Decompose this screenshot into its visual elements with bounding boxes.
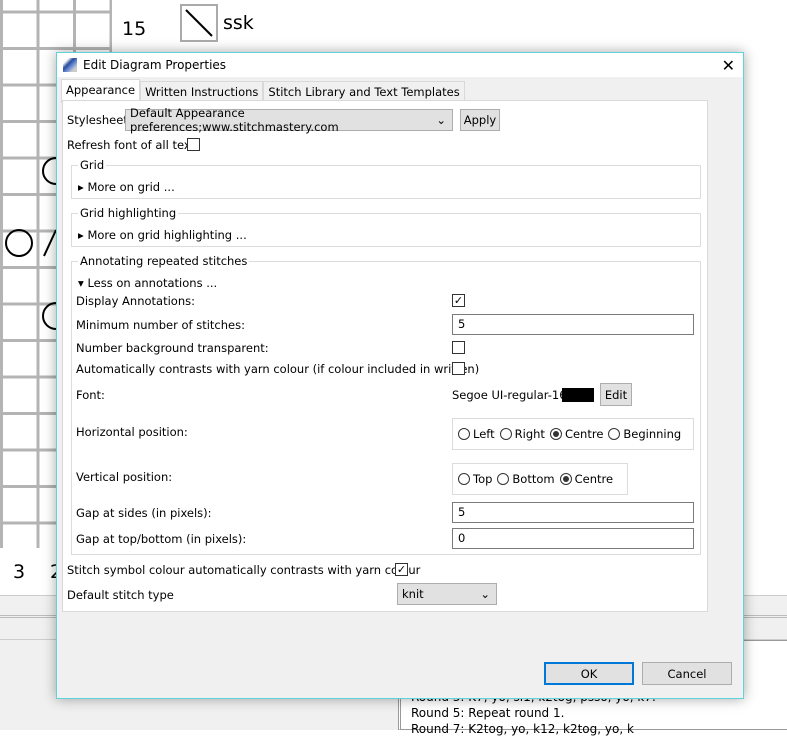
display-annotations-checkbox[interactable]: ✓: [452, 294, 465, 307]
column-number: 3: [13, 561, 26, 583]
written-line: Round 5: Repeat round 1.: [411, 706, 565, 720]
group-title: Annotating repeated stitches: [78, 254, 250, 268]
group-title: Grid highlighting: [78, 206, 179, 220]
more-on-grid-highlighting-toggle[interactable]: ▸ More on grid highlighting ...: [78, 228, 247, 242]
chevron-down-icon: ⌄: [480, 587, 490, 601]
font-label: Font:: [76, 388, 105, 402]
stylesheet-select[interactable]: Default Appearance preferences;www.stitc…: [125, 106, 453, 134]
apply-button[interactable]: Apply: [460, 109, 500, 131]
pencil-icon: [63, 58, 77, 72]
font-color-swatch[interactable]: [562, 388, 594, 402]
grid-highlighting-group: Grid highlighting ▸ More on grid highligh…: [71, 206, 701, 247]
edit-diagram-properties-dialog: Edit Diagram Properties ✕ Appearance Wri…: [56, 52, 744, 699]
radio-left[interactable]: Left: [458, 427, 495, 441]
transparent-checkbox[interactable]: [452, 341, 465, 354]
default-stitch-type-select[interactable]: knit ⌄: [397, 583, 497, 605]
dialog-title: Edit Diagram Properties: [83, 58, 227, 72]
stitch-contrast-label: Stitch symbol colour automatically contr…: [67, 563, 421, 577]
radio-vcentre[interactable]: Centre: [559, 472, 613, 486]
grid-group: Grid ▸ More on grid ...: [71, 158, 701, 199]
row-number: 15: [122, 18, 147, 40]
more-on-grid-toggle[interactable]: ▸ More on grid ...: [78, 180, 175, 194]
min-stitches-label: Minimum number of stitches:: [76, 318, 245, 332]
horizontal-position-label: Horizontal position:: [76, 425, 188, 439]
legend-label: ssk: [223, 12, 254, 34]
group-title: Grid: [78, 158, 107, 172]
ok-button[interactable]: OK: [544, 662, 634, 685]
cancel-button[interactable]: Cancel: [642, 662, 732, 685]
appearance-panel: Stylesheet Default Appearance preference…: [62, 100, 708, 612]
stitch-symbols: [5, 157, 60, 330]
close-icon[interactable]: ✕: [722, 56, 735, 75]
stylesheet-value: Default Appearance preferences;www.stitc…: [130, 106, 339, 134]
ssk-symbol-icon: [180, 4, 218, 42]
vertical-position-label: Vertical position:: [76, 470, 173, 484]
chevron-down-icon: ⌄: [436, 113, 446, 127]
radio-beginning[interactable]: Beginning: [608, 427, 681, 441]
stitch-contrast-checkbox[interactable]: ✓: [395, 563, 408, 576]
less-on-annotations-toggle[interactable]: ▾ Less on annotations ...: [78, 276, 217, 290]
vertical-position-group: Top Bottom Centre: [452, 463, 628, 495]
auto-contrast-label: Automatically contrasts with yarn colour…: [76, 362, 480, 376]
font-edit-button[interactable]: Edit: [600, 383, 632, 406]
gap-sides-label: Gap at sides (in pixels):: [76, 506, 212, 520]
radio-bottom[interactable]: Bottom: [497, 472, 555, 486]
gap-top-bottom-input[interactable]: 0: [452, 528, 694, 549]
refresh-font-checkbox[interactable]: [187, 138, 200, 151]
horizontal-position-group: Left Right Centre Beginning: [452, 418, 694, 450]
stylesheet-label: Stylesheet: [67, 113, 128, 127]
transparent-label: Number background transparent:: [76, 341, 269, 355]
default-stitch-type-value: knit: [402, 587, 424, 601]
min-stitches-input[interactable]: 5: [452, 314, 694, 335]
radio-centre[interactable]: Centre: [549, 427, 603, 441]
radio-right[interactable]: Right: [499, 427, 545, 441]
gap-sides-input[interactable]: 5: [452, 502, 694, 523]
font-value: Segoe UI-regular-16: [452, 388, 567, 402]
refresh-font-label: Refresh font of all text: [67, 138, 196, 152]
title-bar: Edit Diagram Properties ✕: [57, 53, 743, 77]
auto-contrast-checkbox[interactable]: [452, 362, 465, 375]
default-stitch-type-label: Default stitch type: [67, 588, 174, 602]
display-annotations-label: Display Annotations:: [76, 294, 195, 308]
gap-top-bottom-label: Gap at top/bottom (in pixels):: [76, 532, 247, 546]
radio-top[interactable]: Top: [458, 472, 492, 486]
annotations-group: Annotating repeated stitches ▾ Less on a…: [71, 254, 701, 555]
written-line: Round 7: K2tog, yo, k12, k2tog, yo, k: [411, 722, 634, 736]
